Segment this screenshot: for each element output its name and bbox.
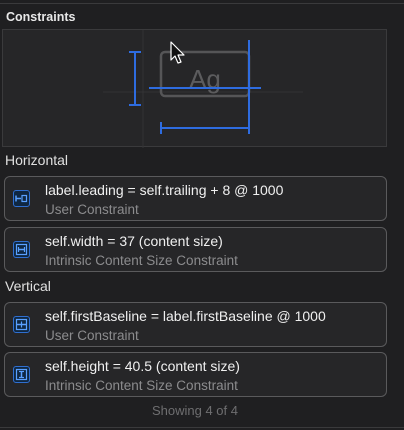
mouse-cursor-icon <box>170 41 185 64</box>
width-constraint-icon <box>13 241 30 258</box>
constraint-card-self-width[interactable]: self.width = 37 (content size) Intrinsic… <box>4 227 387 272</box>
preview-sample-text: Ag <box>189 64 221 94</box>
constraint-card-label-leading[interactable]: label.leading = self.trailing + 8 @ 1000… <box>4 176 387 221</box>
constraint-secondary-text: Intrinsic Content Size Constraint <box>45 378 238 393</box>
vertical-group-label: Vertical <box>5 278 51 294</box>
constraint-primary-text: self.height = 40.5 (content size) <box>45 358 240 374</box>
constraint-secondary-text: User Constraint <box>45 202 139 217</box>
horizontal-group-label: Horizontal <box>5 152 69 168</box>
showing-count: Showing 4 of 4 <box>151 403 238 418</box>
constraint-primary-text: self.firstBaseline = label.firstBaseline… <box>45 308 326 324</box>
constraint-primary-text: label.leading = self.trailing + 8 @ 1000 <box>45 182 284 198</box>
constraint-card-self-height[interactable]: self.height = 40.5 (content size) Intrin… <box>4 352 387 397</box>
bottom-divider <box>0 427 404 428</box>
constraint-preview: Ag <box>2 29 387 148</box>
baseline-constraint-icon <box>13 316 30 333</box>
constraint-card-self-firstbaseline[interactable]: self.firstBaseline = label.firstBaseline… <box>4 302 387 347</box>
top-divider <box>0 3 404 4</box>
constraint-secondary-text: User Constraint <box>45 328 139 343</box>
constraint-primary-text: self.width = 37 (content size) <box>45 233 223 249</box>
height-constraint-icon <box>13 366 30 383</box>
leading-trailing-constraint-icon <box>13 190 30 207</box>
constraint-secondary-text: Intrinsic Content Size Constraint <box>45 253 238 268</box>
section-title: Constraints <box>6 10 76 24</box>
